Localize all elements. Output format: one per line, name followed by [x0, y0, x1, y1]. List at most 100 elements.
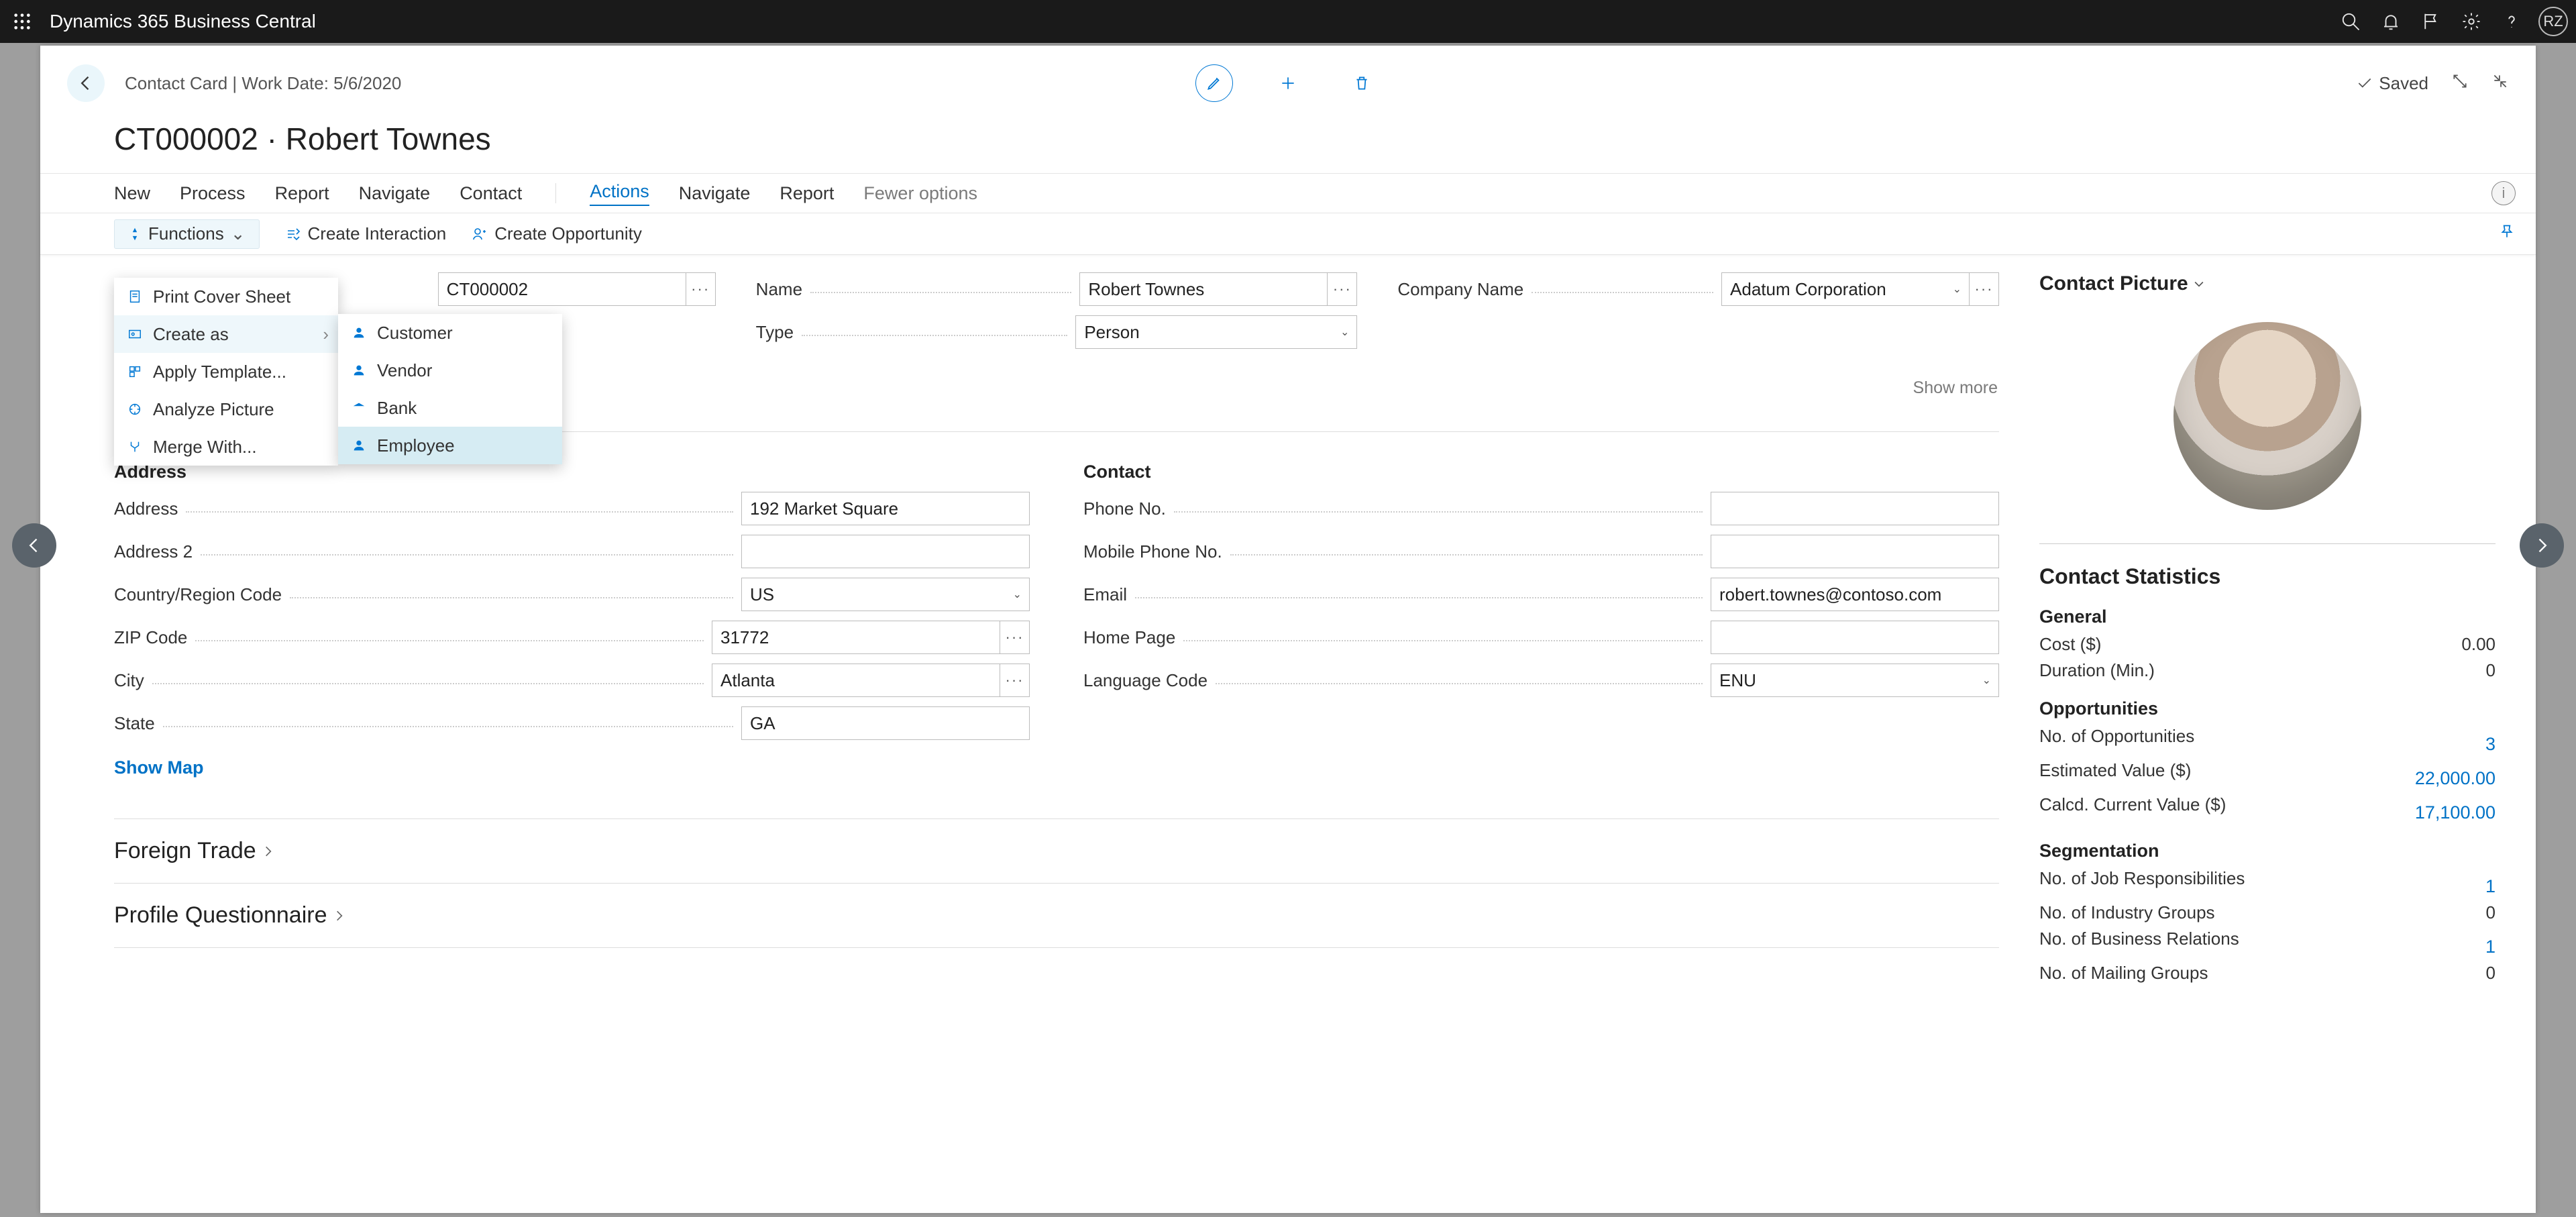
search-icon[interactable] [2330, 1, 2371, 42]
label-estimated-value: Estimated Value ($) [2039, 760, 2191, 789]
app-launcher-icon[interactable] [8, 7, 36, 36]
input-type[interactable] [1075, 315, 1357, 349]
value-mailing-groups: 0 [2486, 963, 2496, 984]
input-city[interactable] [712, 664, 1000, 697]
create-interaction-button[interactable]: Create Interaction [285, 223, 447, 244]
input-address[interactable] [741, 492, 1030, 525]
info-icon[interactable]: i [2491, 181, 2516, 205]
label-cost: Cost ($) [2039, 634, 2101, 655]
input-mobile[interactable] [1711, 535, 1999, 568]
cmd-new[interactable]: New [114, 183, 150, 204]
chevron-down-icon [2192, 277, 2206, 290]
factbox-column: Contact Picture Contact Statistics Gener… [1999, 272, 2496, 989]
submenu-vendor[interactable]: Vendor [338, 352, 562, 389]
stats-group-opportunities: Opportunities [2039, 698, 2496, 719]
header-right: Saved [2356, 72, 2509, 95]
menu-apply-template[interactable]: Apply Template... [114, 353, 338, 390]
submenu-bank[interactable]: Bank [338, 389, 562, 427]
contact-picture-title[interactable]: Contact Picture [2039, 272, 2496, 295]
prev-record-button[interactable] [12, 523, 56, 568]
cmd-fewer-options[interactable]: Fewer options [863, 183, 977, 204]
label-country: Country/Region Code [114, 584, 282, 605]
input-name[interactable] [1079, 272, 1328, 306]
functions-dropdown-button[interactable]: Functions ⌄ [114, 219, 260, 249]
value-cost: 0.00 [2461, 634, 2496, 655]
show-map-link[interactable]: Show Map [114, 757, 204, 778]
user-avatar[interactable]: RZ [2538, 7, 2568, 36]
contact-picture [2174, 322, 2361, 510]
actions-toolbar: Functions ⌄ Create Interaction Create Op… [40, 213, 2536, 255]
menu-merge-with[interactable]: Merge With... [114, 428, 338, 466]
label-homepage: Home Page [1083, 627, 1175, 648]
chevron-right-icon [262, 845, 275, 858]
label-email: Email [1083, 584, 1127, 605]
pin-icon[interactable] [2498, 223, 2516, 245]
cmd-navigate[interactable]: Navigate [359, 183, 431, 204]
value-estimated-value[interactable]: 22,000.00 [2415, 768, 2496, 789]
breadcrumb: Contact Card | Work Date: 5/6/2020 [125, 73, 401, 94]
command-bar: New Process Report Navigate Contact Acti… [40, 173, 2536, 213]
label-state: State [114, 713, 155, 734]
input-country[interactable] [741, 578, 1030, 611]
global-topbar: Dynamics 365 Business Central RZ [0, 0, 2576, 43]
notifications-icon[interactable] [2371, 1, 2411, 42]
chevron-right-icon: › [323, 324, 329, 345]
input-company[interactable] [1721, 272, 1970, 306]
input-no[interactable] [438, 272, 686, 306]
input-homepage[interactable] [1711, 621, 1999, 654]
ellipsis-no[interactable]: ··· [686, 272, 716, 306]
contact-statistics-title: Contact Statistics [2039, 564, 2496, 589]
label-company: Company Name [1397, 279, 1523, 300]
flag-icon[interactable] [2411, 1, 2451, 42]
menu-analyze-picture[interactable]: Analyze Picture [114, 390, 338, 428]
edit-button[interactable] [1195, 64, 1233, 102]
back-button[interactable] [67, 64, 105, 102]
cmd-process[interactable]: Process [180, 183, 246, 204]
cmd-report2[interactable]: Report [780, 183, 834, 204]
section-profile-questionnaire[interactable]: Profile Questionnaire [114, 884, 1999, 948]
collapse-icon[interactable] [2491, 72, 2509, 95]
settings-icon[interactable] [2451, 1, 2491, 42]
value-no-opportunities[interactable]: 3 [2485, 734, 2496, 755]
label-name: Name [756, 279, 802, 300]
input-address2[interactable] [741, 535, 1030, 568]
cmd-actions[interactable]: Actions [590, 181, 649, 206]
input-email[interactable] [1711, 578, 1999, 611]
label-current-value: Calcd. Current Value ($) [2039, 794, 2226, 823]
ellipsis-name[interactable]: ··· [1328, 272, 1357, 306]
ellipsis-zip[interactable]: ··· [1000, 621, 1030, 654]
delete-button[interactable] [1343, 64, 1381, 102]
new-button[interactable] [1269, 64, 1307, 102]
input-zip[interactable] [712, 621, 1000, 654]
label-mailing-groups: No. of Mailing Groups [2039, 963, 2208, 984]
header-center-actions [1195, 64, 1381, 102]
create-opportunity-button[interactable]: Create Opportunity [472, 223, 642, 244]
general-row: No. ··· Name ··· Company Name ⌄ ··· [114, 272, 1999, 306]
value-industry-groups: 0 [2486, 902, 2496, 923]
input-state[interactable] [741, 706, 1030, 740]
value-current-value[interactable]: 17,100.00 [2415, 802, 2496, 823]
submenu-employee[interactable]: Employee [338, 427, 562, 464]
menu-print-cover-sheet[interactable]: Print Cover Sheet [114, 278, 338, 315]
create-as-submenu: Customer Vendor Bank Employee [338, 314, 562, 464]
next-record-button[interactable] [2520, 523, 2564, 568]
label-address: Address [114, 498, 178, 519]
submenu-customer[interactable]: Customer [338, 314, 562, 352]
functions-menu: Print Cover Sheet Create as› Apply Templ… [114, 278, 338, 466]
menu-create-as[interactable]: Create as› [114, 315, 338, 353]
popout-icon[interactable] [2451, 72, 2469, 95]
input-phone[interactable] [1711, 492, 1999, 525]
value-job-resp[interactable]: 1 [2485, 876, 2496, 897]
help-icon[interactable] [2491, 1, 2532, 42]
communication-section: Address Address Address 2 Country/Region… [114, 432, 1999, 778]
cmd-navigate2[interactable]: Navigate [679, 183, 751, 204]
value-business-relations[interactable]: 1 [2485, 937, 2496, 957]
ellipsis-company[interactable]: ··· [1970, 272, 1999, 306]
ellipsis-city[interactable]: ··· [1000, 664, 1030, 697]
label-no-opportunities: No. of Opportunities [2039, 726, 2194, 755]
cmd-report[interactable]: Report [275, 183, 329, 204]
section-foreign-trade[interactable]: Foreign Trade [114, 818, 1999, 884]
cmd-contact[interactable]: Contact [460, 183, 522, 204]
page-card: Contact Card | Work Date: 5/6/2020 Saved… [40, 46, 2536, 1213]
input-language[interactable] [1711, 664, 1999, 697]
